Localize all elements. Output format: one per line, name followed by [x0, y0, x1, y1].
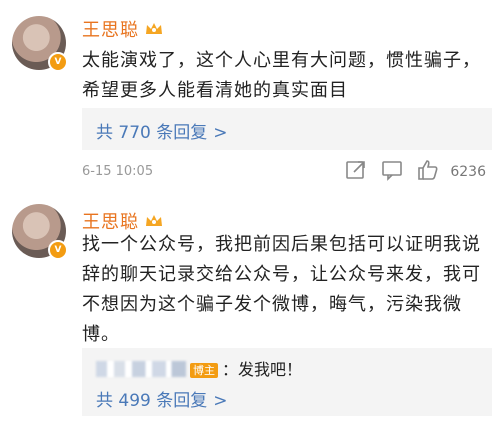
crown-icon [146, 215, 162, 226]
timestamp: 6-15 10:05 [82, 164, 154, 179]
comment-text: 太能演戏了，这个人心里有大问题，惯性骗子，希望更多人能看清她的真实面目 [82, 50, 481, 101]
view-replies-link[interactable]: 共 499 条回复 > [96, 386, 228, 411]
replies-suffix: 条回复 [156, 391, 208, 411]
thumbs-up-icon[interactable] [416, 158, 440, 182]
crown-icon [146, 23, 162, 34]
replies-prefix: 共 [96, 123, 113, 143]
comment-meta: 6-15 10:05 6236 [82, 160, 490, 184]
author-badge: 博主 [190, 363, 218, 378]
verified-badge-icon: V [48, 52, 68, 72]
reply-box[interactable]: 博主 ：发我吧！ 共 499 条回复 > [82, 348, 492, 416]
sub-reply[interactable]: 博主 ：发我吧！ [96, 356, 302, 380]
view-replies-link[interactable]: 共 770 条回复 > [96, 118, 228, 143]
like-count: 6236 [450, 164, 486, 180]
chevron-right-icon: > [213, 391, 228, 411]
replies-prefix: 共 [96, 391, 113, 411]
replies-count: 499 [118, 391, 151, 411]
replies-count: 770 [118, 123, 151, 143]
sub-reply-text: ：发我吧！ [222, 360, 303, 379]
verified-badge-icon: V [48, 240, 68, 260]
comment-icon[interactable] [380, 158, 404, 182]
chevron-right-icon: > [213, 123, 228, 143]
comment-text: 找一个公众号，我把前因后果包括可以证明我说辞的聊天记录交给公众号，让公众号来发，… [82, 234, 481, 345]
avatar[interactable]: V [12, 204, 68, 260]
replies-suffix: 条回复 [156, 123, 208, 143]
share-icon[interactable] [344, 158, 368, 182]
blurred-username [96, 361, 186, 377]
username[interactable]: 王思聪 [82, 16, 163, 42]
username-label: 王思聪 [82, 20, 139, 41]
reply-box[interactable]: 共 770 条回复 > [82, 108, 492, 150]
avatar[interactable]: V [12, 16, 68, 72]
